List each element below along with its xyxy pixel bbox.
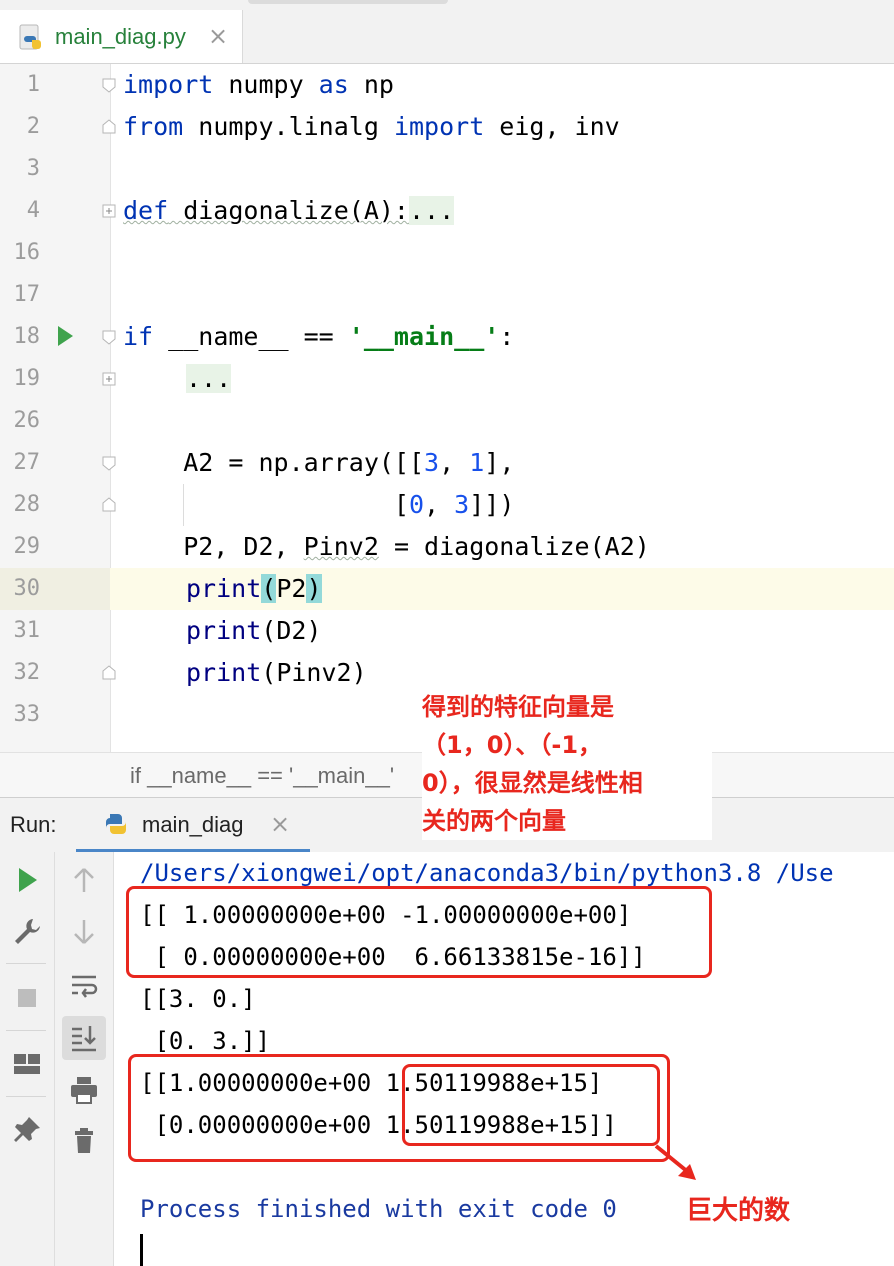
annotation-line: 得到的特征向量是 bbox=[422, 688, 712, 726]
code-line-28: [0, 3]]) bbox=[123, 490, 515, 519]
close-icon[interactable]: × bbox=[270, 810, 290, 838]
scroll-to-end-icon[interactable] bbox=[66, 1020, 102, 1056]
annotation-box-large-values bbox=[402, 1064, 660, 1146]
toolbar-separator bbox=[6, 963, 46, 964]
editor-tab-main-diag[interactable]: main_diag.py × bbox=[0, 10, 243, 63]
annotation-line: （1，0）、（-1， bbox=[422, 726, 712, 764]
line-number: 28 bbox=[13, 492, 41, 517]
editor-tab-bar: main_diag.py × bbox=[0, 0, 894, 64]
line-number: 27 bbox=[13, 450, 41, 475]
line-number: 29 bbox=[13, 534, 41, 559]
console-output-line: [[3. 0.] bbox=[140, 985, 256, 1013]
stop-icon[interactable] bbox=[9, 980, 45, 1016]
line-number: 18 bbox=[13, 324, 41, 349]
fold-start-icon[interactable] bbox=[101, 455, 117, 471]
editor-tab-label: main_diag.py bbox=[55, 24, 186, 49]
run-tab-label: main_diag bbox=[142, 812, 244, 837]
line-number: 16 bbox=[13, 240, 41, 265]
python-icon bbox=[106, 814, 126, 834]
text-caret bbox=[140, 1234, 143, 1266]
current-line-highlight bbox=[0, 568, 894, 610]
line-number: 33 bbox=[13, 702, 41, 727]
line-number: 31 bbox=[13, 618, 41, 643]
fold-start-icon[interactable] bbox=[101, 77, 117, 93]
line-number: 32 bbox=[13, 660, 41, 685]
line-number: 17 bbox=[13, 282, 41, 307]
run-gutter-icon[interactable] bbox=[58, 326, 73, 346]
toolbar-separator bbox=[6, 1030, 46, 1031]
folded-region[interactable]: ... bbox=[408, 196, 455, 225]
print-icon[interactable] bbox=[66, 1072, 102, 1108]
soft-wrap-icon[interactable] bbox=[66, 968, 102, 1004]
run-window-title: Run: bbox=[10, 812, 57, 837]
line-number: 1 bbox=[26, 72, 40, 97]
annotation-note-eigenvectors: 得到的特征向量是 （1，0）、（-1， 0），很显然是线性相 关的两个向量 bbox=[422, 688, 712, 840]
layout-icon[interactable] bbox=[9, 1046, 45, 1082]
annotation-arrow-icon bbox=[654, 1144, 696, 1180]
tab-bar-scroll-indicator bbox=[248, 0, 448, 4]
fold-start-icon[interactable] bbox=[101, 329, 117, 345]
code-line-2: from numpy.linalg import eig, inv bbox=[123, 112, 620, 141]
code-line-30: print(P2) bbox=[186, 574, 322, 603]
code-line-18: if __name__ == '__main__': bbox=[123, 322, 515, 351]
run-tab-main-diag[interactable]: main_diag × bbox=[76, 798, 310, 853]
code-line-27: A2 = np.array([[3, 1], bbox=[123, 448, 515, 477]
rerun-icon[interactable] bbox=[9, 862, 45, 898]
fold-end-icon[interactable] bbox=[101, 665, 117, 681]
code-line-1: import numpy as np bbox=[123, 70, 394, 99]
code-line-4: def diagonalize(A):... bbox=[123, 196, 455, 225]
code-line-31: print(D2) bbox=[186, 616, 322, 645]
code-line-29: P2, D2, Pinv2 = diagonalize(A2) bbox=[123, 532, 650, 561]
annotation-box-eigenvectors bbox=[126, 886, 712, 978]
process-finished-line: Process finished with exit code 0 bbox=[140, 1195, 617, 1223]
fold-end-icon[interactable] bbox=[101, 119, 117, 135]
arrow-up-icon[interactable] bbox=[66, 862, 102, 898]
run-toolbar-primary bbox=[0, 852, 55, 1266]
line-number: 30 bbox=[13, 576, 41, 601]
toolbar-separator bbox=[6, 1096, 46, 1097]
line-number: 2 bbox=[26, 114, 40, 139]
line-number: 19 bbox=[13, 366, 41, 391]
folded-region[interactable]: ... bbox=[186, 364, 232, 393]
wrench-icon[interactable] bbox=[9, 914, 45, 950]
pin-icon[interactable] bbox=[9, 1112, 45, 1148]
code-editor[interactable]: 1 2 3 4 16 17 18 19 26 27 28 29 30 31 32… bbox=[0, 64, 894, 752]
close-icon[interactable]: × bbox=[208, 22, 228, 50]
trash-icon[interactable] bbox=[66, 1122, 102, 1158]
expand-fold-icon[interactable] bbox=[101, 371, 117, 387]
fold-end-icon[interactable] bbox=[101, 497, 117, 513]
code-line-19: ... bbox=[186, 358, 232, 400]
line-number: 4 bbox=[26, 198, 40, 223]
python-file-icon bbox=[19, 24, 41, 50]
line-number: 3 bbox=[26, 156, 40, 181]
annotation-note-huge-number: 巨大的数 bbox=[686, 1190, 791, 1227]
code-line-32: print(Pinv2) bbox=[186, 658, 367, 687]
annotation-line: 关的两个向量 bbox=[422, 802, 712, 840]
breadcrumb-item[interactable]: if __name__ == '__main__' bbox=[130, 763, 394, 789]
line-number: 26 bbox=[13, 408, 41, 433]
annotation-line: 0），很显然是线性相 bbox=[422, 764, 712, 802]
run-toolbar-secondary bbox=[55, 852, 114, 1266]
arrow-down-icon[interactable] bbox=[66, 914, 102, 950]
expand-fold-icon[interactable] bbox=[101, 203, 117, 219]
